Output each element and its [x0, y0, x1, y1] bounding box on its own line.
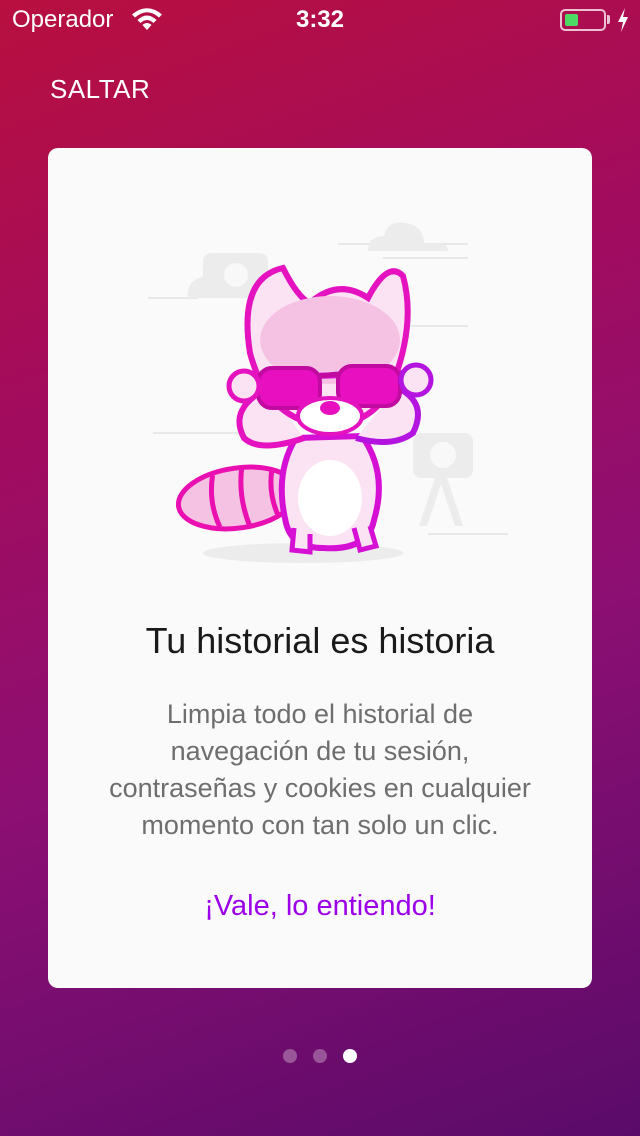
battery-icon [560, 9, 606, 31]
charging-bolt-icon [618, 8, 628, 32]
card-title: Tu historial es historia [145, 620, 495, 661]
battery-tip [607, 15, 610, 24]
page-dot[interactable] [313, 1049, 327, 1063]
battery-level [565, 14, 578, 26]
page-indicator [0, 1049, 640, 1065]
raccoon-illustration [148, 222, 508, 563]
skip-button[interactable]: SALTAR [50, 74, 150, 105]
page-dot[interactable] [283, 1049, 297, 1063]
clock: 3:32 [295, 6, 345, 33]
status-bar: Operador 3:32 [0, 0, 640, 40]
card-body: Limpia todo el historial de navegación d… [109, 699, 531, 840]
page-dot[interactable] [343, 1049, 357, 1063]
got-it-link[interactable]: ¡Vale, lo entiendo! [48, 890, 592, 923]
onboarding-card: Tu historial es historia Limpia todo el … [48, 148, 592, 988]
